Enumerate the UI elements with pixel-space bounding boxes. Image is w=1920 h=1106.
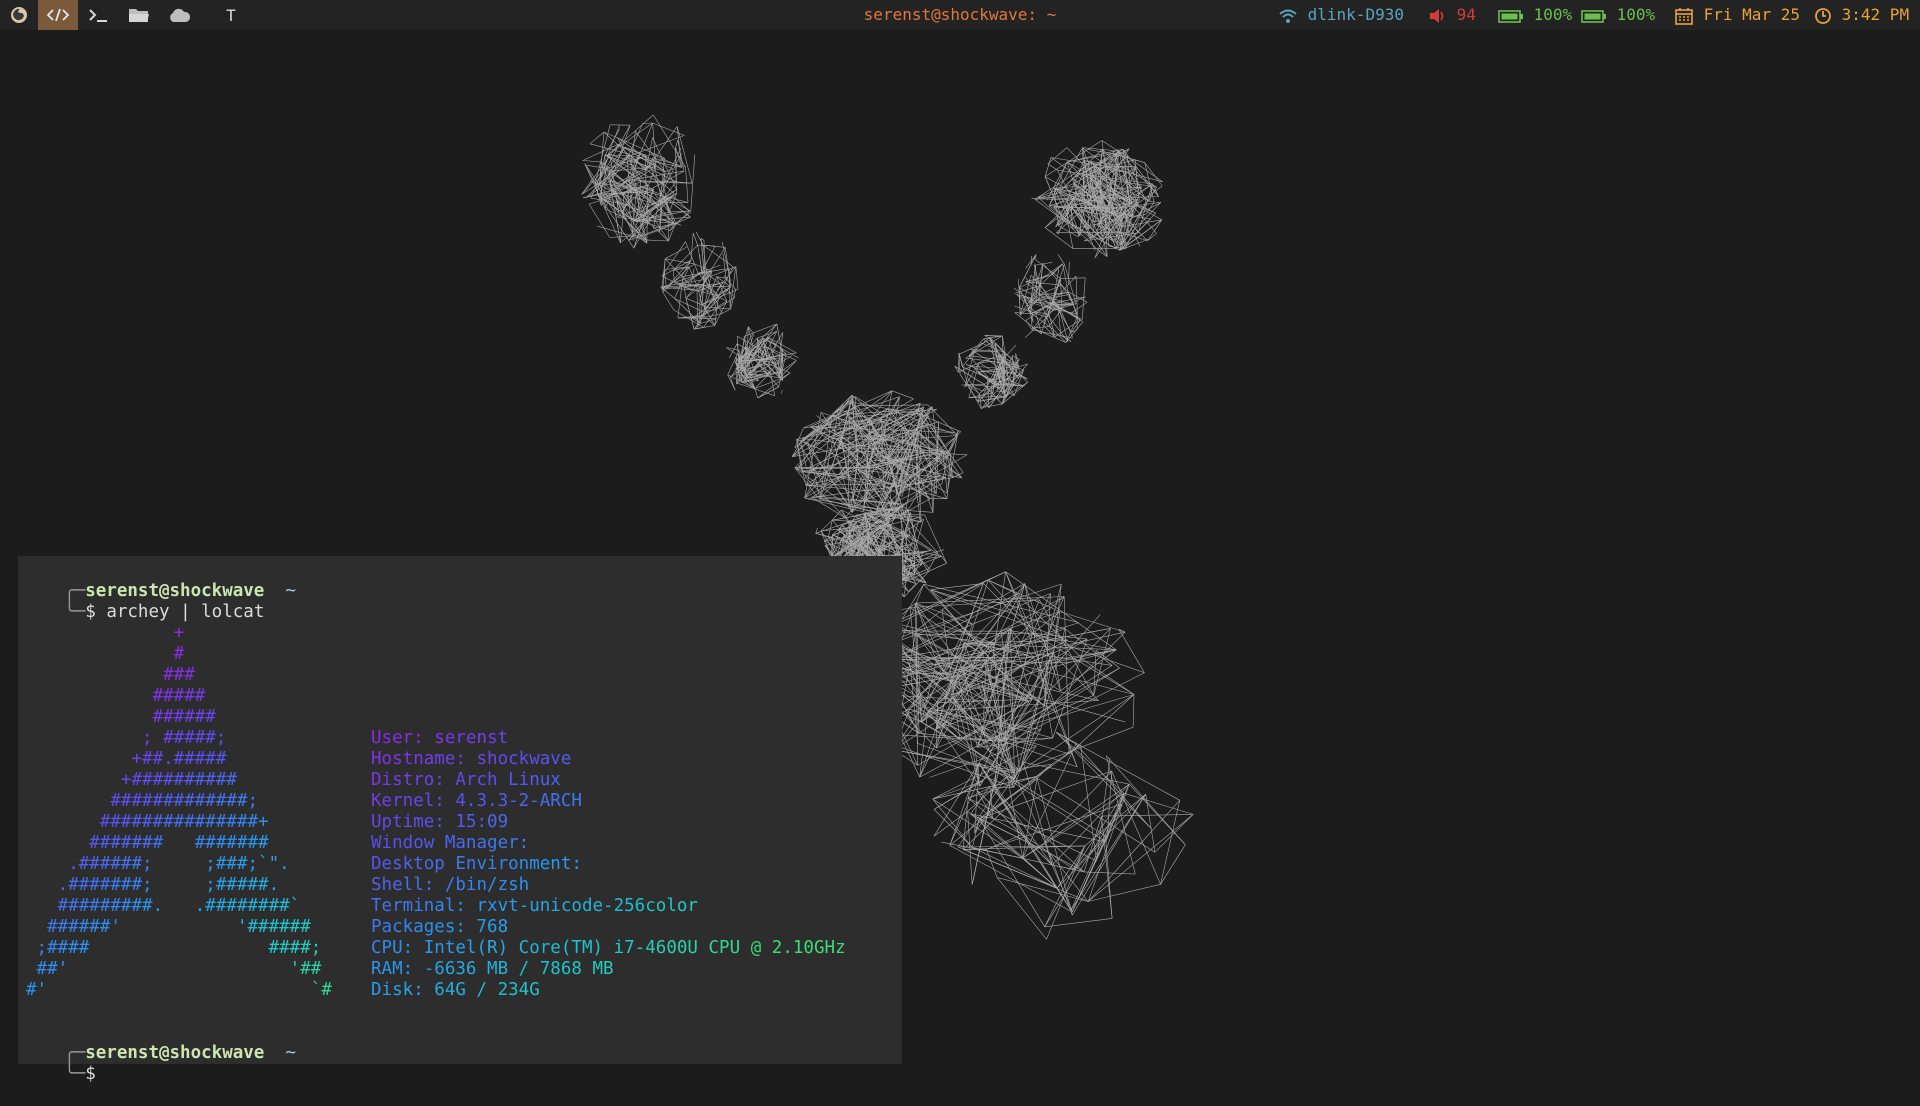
prompt-dir: ~ [285, 581, 296, 601]
sysinfo-value: Intel(R) Core(TM) i7-4600U CPU @ 2.10GHz [424, 938, 846, 958]
sysinfo-line: RAM: -6636 MB / 7868 MB [371, 959, 614, 980]
sysinfo-line: Window Manager: [371, 833, 540, 854]
wifi-ssid: dlink-D930 [1308, 5, 1404, 24]
sysinfo-line: User: serenst [371, 728, 508, 749]
prompt-line-2: ╭─serenst@shockwave ~ [22, 1022, 296, 1043]
sysinfo-key: RAM: [371, 959, 413, 979]
ascii-art-line: ;#### ####; [26, 938, 321, 959]
folder-icon[interactable] [120, 0, 158, 30]
sysinfo-key: Distro: [371, 770, 445, 790]
ascii-art-line: #' `# [26, 980, 332, 1001]
battery-status-1[interactable]: 100% [1498, 0, 1572, 30]
ascii-art-line: ###### [26, 707, 216, 728]
volume-icon [1429, 8, 1447, 24]
clock-icon [1814, 7, 1832, 25]
battery-level-2: 100% [1617, 5, 1656, 24]
ascii-art-line: +##.##### [26, 749, 226, 770]
sysinfo-value: serenst [434, 728, 508, 748]
sysinfo-value: /bin/zsh [445, 875, 529, 895]
ascii-art-line: ######' '###### [26, 917, 311, 938]
battery-icon [1581, 8, 1607, 24]
sysinfo-key: Terminal: [371, 896, 466, 916]
sysinfo-value: 15:09 [455, 812, 508, 832]
command-line-2[interactable]: ╰─$ [22, 1043, 96, 1064]
ascii-art-line: #############; [26, 791, 258, 812]
wifi-status[interactable]: dlink-D930 [1278, 0, 1404, 30]
clock-text: 3:42 PM [1842, 5, 1909, 24]
sysinfo-value: 4.3.3-2-ARCH [455, 791, 582, 811]
sysinfo-key: Hostname: [371, 749, 466, 769]
ascii-art-line: ##### [26, 686, 205, 707]
firefox-icon[interactable] [0, 0, 38, 30]
sysinfo-key: CPU: [371, 938, 413, 958]
sysinfo-line: Disk: 64G / 234G [371, 980, 540, 1001]
sysinfo-value: 768 [476, 917, 508, 937]
ascii-art-line: ####### ####### [26, 833, 269, 854]
sysinfo-line: Distro: Arch Linux [371, 770, 561, 791]
ascii-art-line: #########. .########` [26, 896, 300, 917]
text-icon[interactable]: T [216, 0, 246, 30]
calendar-icon [1674, 7, 1694, 25]
sysinfo-value: rxvt-unicode-256color [476, 896, 697, 916]
battery-icon [1498, 8, 1524, 24]
ascii-art-line: .#######; ;#####. [26, 875, 279, 896]
volume-status[interactable]: 94 [1429, 0, 1476, 30]
ascii-art-line: .######; ;###;`". [26, 854, 290, 875]
battery-status-2[interactable]: 100% [1581, 0, 1655, 30]
volume-level: 94 [1457, 5, 1476, 24]
top-bar: T serenst@shockwave: ~ dlink-D930 94 100… [0, 0, 1920, 30]
code-icon[interactable] [38, 0, 78, 30]
sysinfo-line: Packages: 768 [371, 917, 508, 938]
sysinfo-key: Uptime: [371, 812, 445, 832]
ascii-art-line: # [26, 644, 184, 665]
sysinfo-key: Desktop Environment: [371, 854, 582, 874]
sysinfo-key: Window Manager: [371, 833, 529, 853]
cloud-icon[interactable] [160, 0, 198, 30]
sysinfo-value: -6636 MB / 7868 MB [424, 959, 614, 979]
command-line-1: ╰─$ archey | lolcat [22, 581, 264, 602]
prompt-symbol: $ [85, 1064, 96, 1084]
date-text: Fri Mar 25 [1704, 5, 1800, 24]
date-status[interactable]: Fri Mar 25 [1674, 0, 1800, 30]
prompt-dir: ~ [285, 1043, 296, 1063]
sysinfo-key: Disk: [371, 980, 424, 1000]
terminal-window[interactable]: ╭─serenst@shockwave ~ ╰─$ archey | lolca… [18, 556, 902, 1064]
command-text: archey | lolcat [106, 602, 264, 622]
sysinfo-line: Kernel: 4.3.3-2-ARCH [371, 791, 582, 812]
sysinfo-key: Shell: [371, 875, 434, 895]
sysinfo-key: Packages: [371, 917, 466, 937]
sysinfo-key: Kernel: [371, 791, 445, 811]
ascii-art-line: ##' '## [26, 959, 321, 980]
prompt-symbol: $ [85, 602, 96, 622]
sysinfo-key: User: [371, 728, 424, 748]
ascii-art-line: + [26, 623, 184, 644]
sysinfo-value: 64G / 234G [434, 980, 539, 1000]
ascii-art-line: ###############+ [26, 812, 269, 833]
prompt-corner: ╰─ [64, 1064, 85, 1084]
ascii-art-line: ### [26, 665, 195, 686]
wifi-icon [1278, 8, 1298, 24]
sysinfo-value: shockwave [476, 749, 571, 769]
prompt-corner: ╰─ [64, 602, 85, 622]
ascii-art-line: +########## [26, 770, 237, 791]
sysinfo-line: Desktop Environment: [371, 854, 592, 875]
sysinfo-line: Shell: /bin/zsh [371, 875, 529, 896]
terminal-icon[interactable] [80, 0, 118, 30]
sysinfo-line: Terminal: rxvt-unicode-256color [371, 896, 698, 917]
sysinfo-value: Arch Linux [455, 770, 560, 790]
prompt-user: serenst@shockwave [85, 1043, 264, 1063]
sysinfo-line: Hostname: shockwave [371, 749, 571, 770]
sysinfo-line: CPU: Intel(R) Core(TM) i7-4600U CPU @ 2.… [371, 938, 846, 959]
clock-status[interactable]: 3:42 PM [1814, 0, 1909, 30]
prompt-line-1: ╭─serenst@shockwave ~ [22, 560, 296, 581]
sysinfo-line: Uptime: 15:09 [371, 812, 508, 833]
battery-level-1: 100% [1534, 5, 1573, 24]
ascii-art-line: ; #####; [26, 728, 226, 749]
